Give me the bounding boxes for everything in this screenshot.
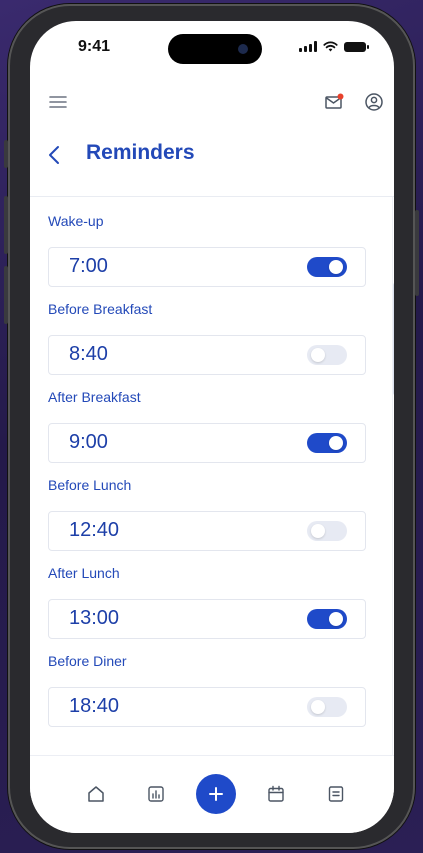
signal-icon	[299, 41, 317, 52]
reminder-label: Before Diner	[48, 653, 127, 669]
time-value: 18:40	[69, 695, 120, 717]
reminder-item: Wake-up 7:00	[48, 213, 366, 301]
add-button[interactable]	[196, 774, 236, 814]
wifi-icon	[323, 41, 338, 52]
battery-icon	[344, 41, 369, 52]
header: Reminders	[30, 137, 394, 173]
reminder-label: Before Lunch	[48, 477, 132, 493]
time-field[interactable]: 8:40	[48, 335, 366, 375]
toggle-knob	[329, 436, 343, 450]
plus-icon	[209, 787, 223, 801]
mail-icon	[325, 93, 344, 109]
dynamic-island	[168, 34, 262, 64]
time-field[interactable]: 12:40	[48, 511, 366, 551]
page-title: Reminders	[86, 141, 195, 164]
reminder-toggle[interactable]	[307, 345, 347, 365]
time-value: 13:00	[69, 607, 120, 629]
toggle-knob	[329, 260, 343, 274]
reminder-toggle[interactable]	[307, 521, 347, 541]
scrollbar-thumb[interactable]	[393, 283, 394, 395]
home-icon	[88, 786, 104, 802]
toggle-knob	[311, 524, 325, 538]
status-icons	[299, 41, 369, 52]
reminder-list: Wake-up 7:00 Before Breakfast 8:40 After…	[48, 213, 366, 741]
time-field[interactable]: 18:40	[48, 687, 366, 727]
mail-button[interactable]	[322, 91, 346, 113]
reminder-toggle[interactable]	[307, 697, 347, 717]
reminder-item: Before Lunch 12:40	[48, 477, 366, 565]
reminder-label: Wake-up	[48, 213, 104, 229]
reminder-label: Before Breakfast	[48, 301, 153, 317]
side-button	[415, 210, 419, 296]
reminder-item: Before Breakfast 8:40	[48, 301, 366, 389]
reminder-item: Before Diner 18:40	[48, 653, 366, 741]
profile-icon	[365, 93, 383, 111]
reminder-toggle[interactable]	[307, 609, 347, 629]
reminder-item: After Breakfast 9:00	[48, 389, 366, 477]
calendar-icon	[268, 785, 284, 802]
time-field[interactable]: 7:00	[48, 247, 366, 287]
time-value: 8:40	[69, 343, 108, 365]
reminder-label: After Breakfast	[48, 389, 141, 405]
chart-icon	[148, 786, 164, 802]
side-button	[4, 266, 8, 324]
notes-icon	[328, 786, 344, 802]
side-button	[4, 140, 8, 168]
time-field[interactable]: 13:00	[48, 599, 366, 639]
profile-button[interactable]	[362, 91, 386, 113]
chevron-left-icon	[49, 146, 59, 164]
time-field[interactable]: 9:00	[48, 423, 366, 463]
reminder-item: After Lunch 13:00	[48, 565, 366, 653]
side-button	[4, 196, 8, 254]
nav-stats[interactable]	[142, 780, 170, 808]
nav-calendar[interactable]	[262, 780, 290, 808]
toggle-knob	[311, 700, 325, 714]
toggle-knob	[329, 612, 343, 626]
reminder-toggle[interactable]	[307, 257, 347, 277]
app-screen: 9:41 Reminders Wake-up 7:00 Before Break…	[30, 21, 394, 833]
menu-button[interactable]	[46, 91, 70, 113]
time-value: 12:40	[69, 519, 120, 541]
time-value: 9:00	[69, 431, 108, 453]
reminder-label: After Lunch	[48, 565, 120, 581]
toggle-knob	[311, 348, 325, 362]
header-divider	[30, 196, 394, 197]
bottom-nav	[30, 755, 394, 833]
back-button[interactable]	[42, 141, 66, 169]
camera-icon	[238, 44, 248, 54]
nav-home[interactable]	[82, 780, 110, 808]
status-bar: 9:41	[30, 21, 394, 77]
reminder-toggle[interactable]	[307, 433, 347, 453]
nav-notes[interactable]	[322, 780, 350, 808]
scrollbar-track[interactable]	[392, 197, 393, 761]
menu-icon	[49, 96, 67, 108]
top-app-bar	[30, 87, 394, 117]
status-time: 9:41	[78, 38, 111, 55]
time-value: 7:00	[69, 255, 108, 277]
